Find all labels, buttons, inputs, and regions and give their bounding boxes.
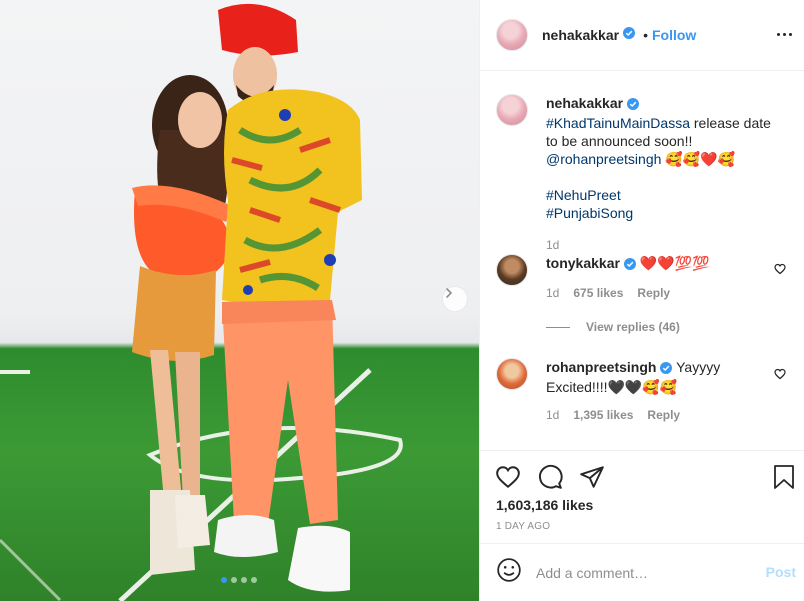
like-comment-icon[interactable]: [774, 262, 786, 280]
comment-avatar[interactable]: [496, 358, 528, 390]
caption-avatar[interactable]: [496, 94, 528, 126]
comment-item: rohanpreetsingh Yayyyy Excited!!!!🖤🖤🥰🥰 1…: [496, 358, 776, 424]
comment-reply-button[interactable]: Reply: [637, 284, 670, 302]
carousel-dot-2: [231, 577, 237, 583]
carousel-dot-4: [251, 577, 257, 583]
comment-icon[interactable]: [536, 463, 564, 491]
view-replies-button[interactable]: View replies (46): [546, 320, 680, 334]
comment-likes[interactable]: 1,395 likes: [573, 406, 633, 424]
caption-hashtag-link[interactable]: #NehuPreet: [546, 187, 621, 203]
comment-time[interactable]: 1d: [546, 284, 559, 302]
comment-username[interactable]: tonykakkar: [546, 255, 620, 271]
add-comment-bar: Post: [480, 543, 804, 601]
comment-reply-button[interactable]: Reply: [647, 406, 680, 424]
feed-fade: [480, 436, 804, 450]
more-options-icon[interactable]: [774, 24, 794, 44]
verified-badge-icon: [623, 26, 636, 44]
post-photo[interactable]: [0, 0, 479, 601]
verified-badge-icon: [627, 96, 640, 114]
comment-username[interactable]: rohanpreetsingh: [546, 359, 656, 375]
caption-time[interactable]: 1d: [546, 236, 559, 254]
post-age[interactable]: 1 DAY AGO: [496, 521, 550, 532]
comment-likes[interactable]: 675 likes: [573, 284, 623, 302]
emoji-icon[interactable]: [496, 557, 522, 588]
comments-feed[interactable]: nehakakkar #KhadTainuMainDassa release d…: [480, 72, 804, 450]
share-icon[interactable]: [578, 463, 606, 491]
comment-text: ❤️❤️💯💯: [639, 255, 710, 271]
verified-badge-icon: [660, 360, 673, 378]
carousel-next-button[interactable]: [442, 286, 468, 312]
verified-badge-icon: [623, 256, 636, 274]
like-icon[interactable]: [494, 463, 522, 491]
comment-item: tonykakkar ❤️❤️💯💯 1d 675 likes Reply: [496, 254, 776, 302]
chevron-right-icon: [446, 288, 453, 298]
likes-count[interactable]: 1,603,186 likes: [496, 497, 593, 513]
author-avatar[interactable]: [496, 19, 528, 51]
post-actions: 1,603,186 likes 1 DAY AGO: [480, 450, 804, 543]
post-side-panel: nehakakkar • Follow nehakakkar #KhadTain…: [479, 0, 804, 601]
bookmark-icon[interactable]: [770, 463, 798, 491]
carousel-indicator: [221, 577, 257, 583]
view-replies-label: View replies (46): [586, 320, 680, 334]
follow-button[interactable]: Follow: [652, 27, 696, 43]
post-header: nehakakkar • Follow: [480, 0, 804, 71]
caption-username[interactable]: nehakakkar: [546, 95, 623, 111]
caption-hashtag-link[interactable]: #PunjabiSong: [546, 205, 633, 221]
caption-mention-link[interactable]: @rohanpreetsingh: [546, 151, 661, 167]
post-comment-button[interactable]: Post: [766, 564, 796, 580]
author-username[interactable]: nehakakkar: [542, 27, 619, 43]
caption-hashtag-link[interactable]: #KhadTainuMainDassa: [546, 115, 690, 131]
post-photo-illustration: [0, 3, 403, 601]
comment-time[interactable]: 1d: [546, 406, 559, 424]
caption-emoji: 🥰🥰❤️🥰: [665, 151, 736, 167]
follow-separator: •: [643, 27, 648, 43]
comment-avatar[interactable]: [496, 254, 528, 286]
like-comment-icon[interactable]: [774, 367, 786, 385]
caption: nehakakkar #KhadTainuMainDassa release d…: [496, 94, 776, 254]
comment-input[interactable]: [536, 564, 756, 581]
carousel-dot-3: [241, 577, 247, 583]
carousel-dot-1: [221, 577, 227, 583]
